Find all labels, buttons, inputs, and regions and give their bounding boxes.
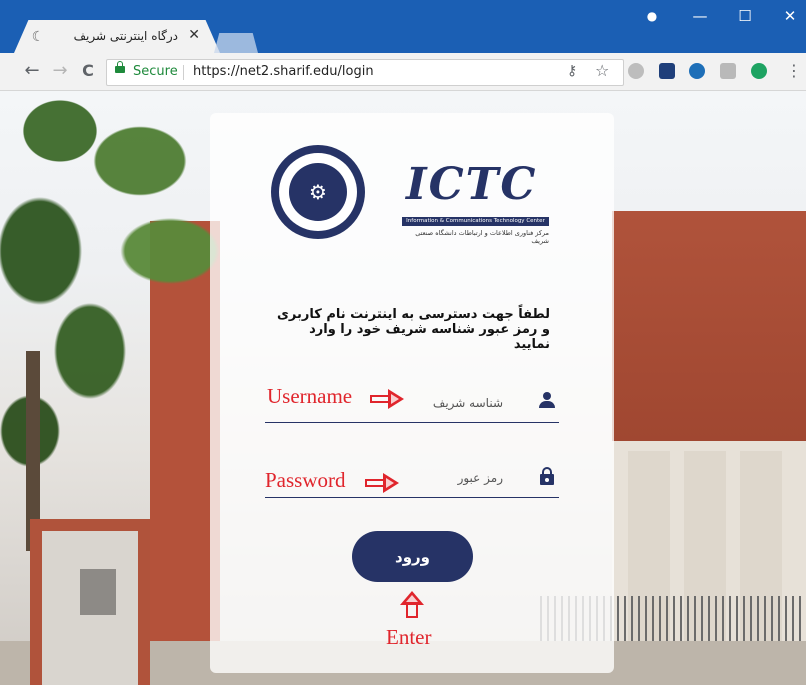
username-annotation: Username <box>267 384 353 408</box>
chart-extension-icon[interactable] <box>659 63 675 79</box>
reload-button[interactable]: C <box>76 60 100 82</box>
divider <box>183 65 184 80</box>
menu-icon[interactable]: ⋮ <box>782 60 806 82</box>
address-bar[interactable]: Secure https://net2.sharif.edu/login ⚷ ☆ <box>106 59 624 86</box>
grey-extension-icon[interactable] <box>720 63 736 79</box>
forward-button[interactable]: → <box>48 60 72 82</box>
enter-annotation: Enter <box>386 625 432 649</box>
key-icon[interactable]: ⚷ <box>567 63 577 79</box>
profile-icon[interactable]: ● <box>637 6 667 26</box>
maximize-button[interactable]: ☐ <box>730 6 760 26</box>
sharif-university-seal: ⚙ <box>271 145 365 239</box>
secure-label: Secure <box>133 64 178 79</box>
lock-icon <box>115 61 125 73</box>
ictc-logo-subtitle-fa: مرکز فناوری اطلاعات و ارتباطات دانشگاه ص… <box>415 229 549 245</box>
star-icon[interactable]: ☆ <box>595 61 609 80</box>
new-tab-button[interactable] <box>214 33 258 53</box>
login-card: ⚙ ICTC Information & Communications Tech… <box>210 113 614 673</box>
user-icon <box>539 392 555 410</box>
back-button[interactable]: ← <box>20 60 44 82</box>
ictc-logo: ICTC <box>406 159 538 210</box>
tab-title: درگاه اینترنتی شریف <box>73 29 178 43</box>
moon-icon: ☾ <box>31 29 45 45</box>
grammarly-icon[interactable] <box>751 63 767 79</box>
browser-toolbar: ← → C Secure https://net2.sharif.edu/log… <box>0 53 806 91</box>
url-text[interactable]: https://net2.sharif.edu/login <box>193 64 374 79</box>
ictc-logo-subtitle: Information & Communications Technology … <box>402 217 549 226</box>
up-arrow-icon <box>400 591 424 619</box>
lock-icon <box>539 467 555 485</box>
window-close-button[interactable]: ✕ <box>775 6 805 26</box>
login-instructions: لطفاً جهت دسترسی به اینترنت نام کاربری و… <box>277 307 550 352</box>
right-arrow-icon <box>370 389 404 409</box>
close-icon[interactable]: ✕ <box>188 27 200 43</box>
browser-tab[interactable]: ☾ درگاه اینترنتی شریف ✕ <box>14 20 220 53</box>
minimize-button[interactable]: — <box>685 6 715 26</box>
background-kiosk <box>30 519 150 685</box>
bank-extension-icon[interactable] <box>689 63 705 79</box>
login-button[interactable]: ورود <box>352 531 473 582</box>
browser-titlebar: ☾ درگاه اینترنتی شریف ✕ ● — ☐ ✕ <box>0 0 806 53</box>
kiosk-panel <box>42 531 138 685</box>
password-annotation: Password <box>265 468 346 492</box>
right-arrow-icon <box>365 473 399 493</box>
extension-icon[interactable] <box>628 63 644 79</box>
gear-icon: ⚙ <box>309 180 327 204</box>
kiosk-box <box>80 569 116 615</box>
